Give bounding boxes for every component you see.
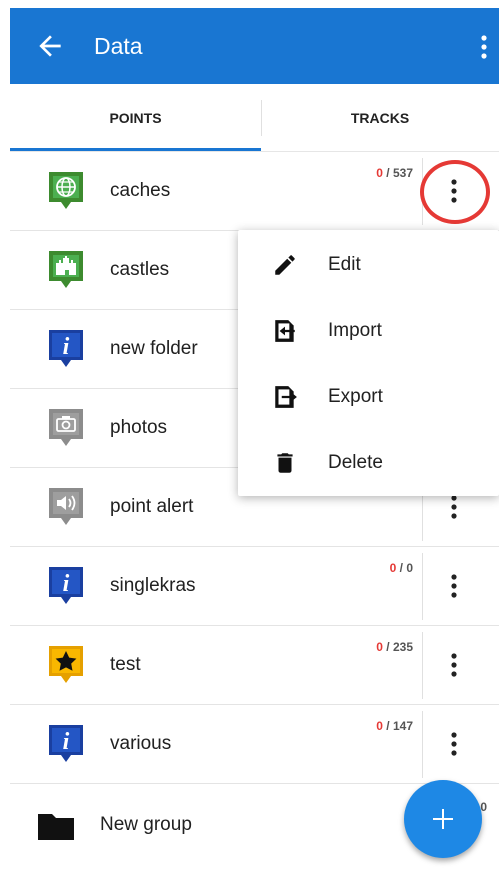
folder-icon [38, 814, 74, 840]
add-button[interactable] [404, 780, 482, 858]
menu-item-label: Export [328, 386, 383, 407]
plus-icon [433, 809, 453, 829]
list-item-label: test [110, 654, 141, 675]
svg-text:i: i [63, 571, 70, 597]
svg-text:i: i [63, 334, 70, 360]
page-title: Data [94, 33, 143, 59]
item-count: 0 / 537 [376, 166, 413, 180]
menu-item-label: Edit [328, 254, 361, 275]
group-label: New group [100, 814, 192, 835]
item-count: 0 / 235 [376, 640, 413, 654]
row-divider [422, 553, 423, 620]
more-vert-icon[interactable] [442, 648, 466, 682]
item-count: 0 / 0 [389, 561, 413, 575]
pencil-icon [275, 255, 295, 275]
list-item[interactable]: test 0 / 235 [10, 626, 499, 705]
app-bar: Data [10, 8, 499, 84]
camera-icon [49, 409, 83, 446]
globe-icon [49, 172, 83, 209]
row-divider [422, 711, 423, 778]
menu-item-delete[interactable]: Delete [238, 430, 499, 496]
speaker-icon [49, 488, 83, 525]
list-item-label: point alert [110, 496, 194, 517]
list-item-label: singlekras [110, 575, 196, 596]
tab-bar: POINTS TRACKS [10, 84, 499, 152]
list-item-label: various [110, 733, 172, 754]
info-icon: i [49, 567, 83, 604]
highlight-circle [420, 160, 490, 224]
export-icon [275, 386, 297, 408]
trash-icon [277, 453, 293, 473]
tab-points[interactable]: POINTS [10, 84, 261, 152]
menu-item-label: Import [328, 320, 382, 341]
star-icon [49, 646, 83, 683]
screen: Data POINTS TRACKS caches 0 / 537 castle… [0, 0, 499, 888]
info-icon: i [49, 330, 83, 367]
more-vert-icon[interactable] [442, 727, 466, 761]
context-menu: Edit Import Export Delete [238, 230, 499, 496]
list-item-label: new folder [110, 338, 198, 359]
list-item[interactable]: i various 0 / 147 [10, 705, 499, 784]
more-vert-icon[interactable] [442, 569, 466, 603]
menu-item-export[interactable]: Export [238, 364, 499, 430]
row-divider [422, 632, 423, 699]
menu-item-edit[interactable]: Edit [238, 232, 499, 298]
info-icon: i [49, 725, 83, 762]
list-item[interactable]: i singlekras 0 / 0 [10, 547, 499, 626]
item-count: 0 / 147 [376, 719, 413, 733]
castle-icon [49, 251, 83, 288]
list-item-label: castles [110, 259, 170, 280]
import-icon [275, 320, 295, 342]
overflow-menu-icon[interactable] [479, 34, 489, 60]
menu-item-label: Delete [328, 452, 383, 473]
list-item-label: photos [110, 417, 168, 438]
svg-text:i: i [63, 729, 70, 755]
tab-tracks[interactable]: TRACKS [261, 84, 499, 152]
list-item-label: caches [110, 180, 171, 201]
back-arrow-icon[interactable] [34, 30, 66, 62]
menu-item-import[interactable]: Import [238, 298, 499, 364]
